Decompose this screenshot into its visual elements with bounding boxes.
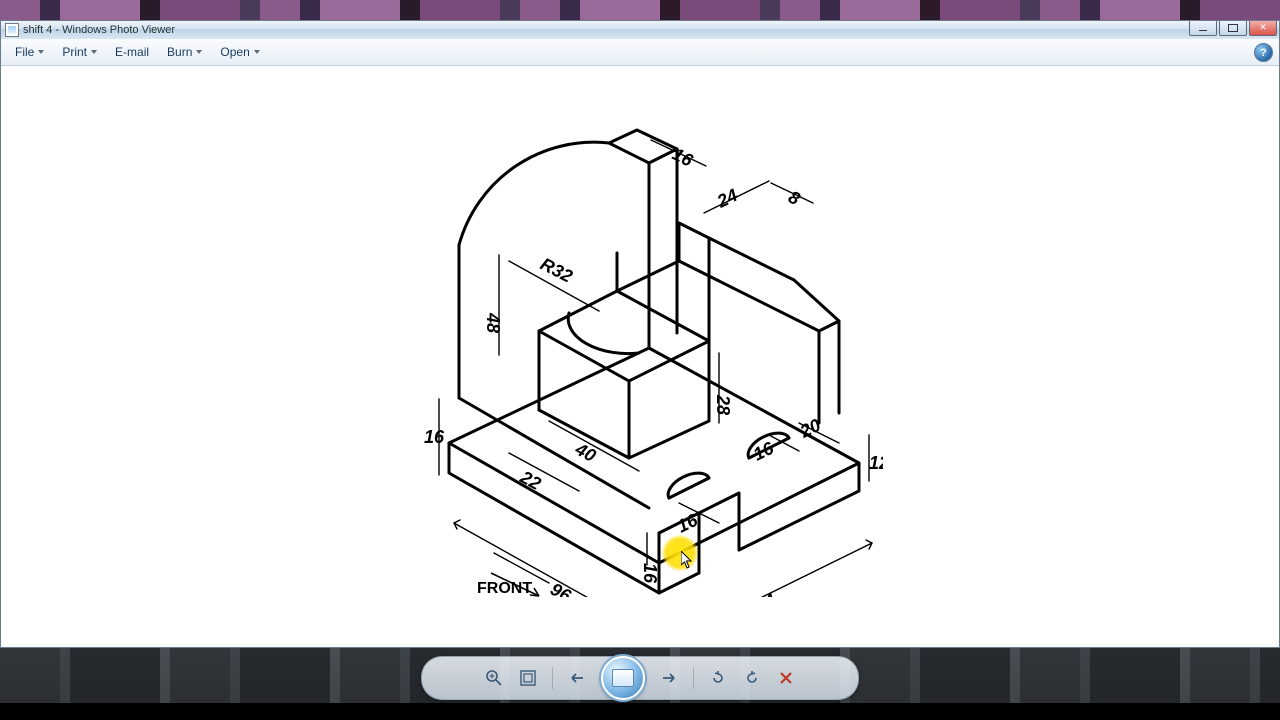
maximize-button[interactable] [1219,21,1247,36]
menu-email-label: E-mail [115,45,149,59]
chevron-down-icon [254,50,260,54]
rotate-cw-button[interactable] [742,668,762,688]
arrow-left-icon [569,670,585,686]
slideshow-icon [612,669,634,687]
menubar: File Print E-mail Burn Open ? [1,39,1279,66]
isometric-drawing: 96 64 16 22 40 28 48 R32 16 24 8 12 20 1… [399,103,883,597]
image-content: 96 64 16 22 40 28 48 R32 16 24 8 12 20 1… [399,103,883,597]
svg-text:16: 16 [424,427,445,447]
slideshow-button[interactable] [601,656,645,700]
app-icon [5,23,19,37]
menu-burn[interactable]: Burn [159,42,210,62]
fit-window-icon [520,670,536,686]
chevron-down-icon [91,50,97,54]
menu-open[interactable]: Open [212,42,267,62]
next-button[interactable] [659,668,679,688]
menu-email[interactable]: E-mail [107,42,157,62]
minimize-button[interactable] [1189,21,1217,36]
image-viewport[interactable]: 96 64 16 22 40 28 48 R32 16 24 8 12 20 1… [1,67,1279,647]
menu-print[interactable]: Print [54,42,105,62]
svg-text:28: 28 [713,394,733,415]
svg-text:48: 48 [483,312,503,333]
delete-button[interactable] [776,668,796,688]
magnifier-plus-icon [485,669,503,687]
menu-print-label: Print [62,45,87,59]
svg-text:24: 24 [713,185,741,212]
chevron-down-icon [196,50,202,54]
viewer-toolbar [421,656,859,700]
separator [693,667,694,689]
chevron-down-icon [38,50,44,54]
menu-open-label: Open [220,45,249,59]
close-button[interactable] [1249,21,1277,36]
rotate-cw-icon [744,670,760,686]
photo-viewer-window: shift 4 - Windows Photo Viewer File Prin… [0,20,1280,648]
svg-text:12: 12 [869,453,883,473]
previous-button[interactable] [567,668,587,688]
separator [552,667,553,689]
rotate-ccw-icon [710,670,726,686]
menu-burn-label: Burn [167,45,192,59]
svg-text:16: 16 [640,563,660,584]
svg-text:R32: R32 [537,254,576,287]
actual-size-button[interactable] [518,668,538,688]
svg-text:40: 40 [571,438,599,466]
close-x-icon [779,671,793,685]
background-windows-top [0,0,1280,22]
menu-file[interactable]: File [7,42,52,62]
help-button[interactable]: ? [1254,43,1273,62]
titlebar: shift 4 - Windows Photo Viewer [1,21,1279,39]
svg-text:8: 8 [785,187,803,209]
rotate-ccw-button[interactable] [708,668,728,688]
menu-file-label: File [15,45,34,59]
window-title: shift 4 - Windows Photo Viewer [23,24,175,36]
svg-text:96: 96 [547,579,575,597]
zoom-button[interactable] [484,668,504,688]
arrow-right-icon [661,670,677,686]
